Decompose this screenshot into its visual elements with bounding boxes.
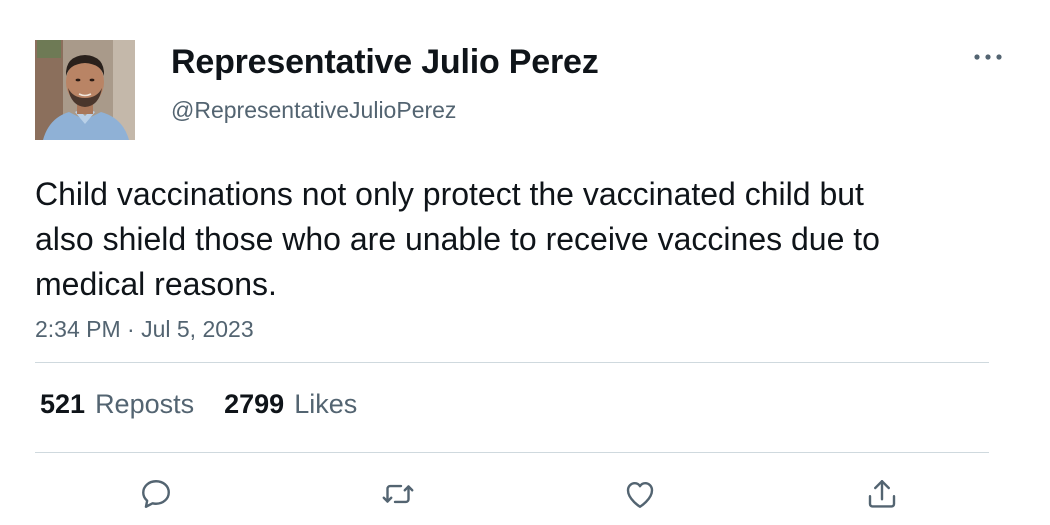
- share-button[interactable]: [862, 474, 902, 514]
- reposts-label: Reposts: [95, 389, 195, 419]
- heart-icon: [626, 482, 654, 508]
- repost-arrows-icon: [382, 484, 414, 504]
- divider: [35, 452, 989, 453]
- share-upload-icon: [868, 480, 896, 508]
- reposts-count: 521: [40, 389, 86, 419]
- reply-button[interactable]: [136, 474, 176, 514]
- tweet-card: Representative Julio Perez @Representati…: [0, 0, 1050, 525]
- more-options-button[interactable]: [970, 46, 1006, 68]
- tweet-timestamp[interactable]: 2:34 PM · Jul 5, 2023: [35, 316, 254, 343]
- likes-count: 2799: [224, 389, 285, 419]
- likes-stat[interactable]: 2799 Likes: [224, 389, 357, 420]
- repost-button[interactable]: [378, 474, 418, 514]
- engagement-stats: 521 Reposts 2799 Likes: [40, 389, 357, 420]
- display-name[interactable]: Representative Julio Perez: [171, 43, 599, 82]
- more-horizontal-icon: [974, 54, 1002, 60]
- speech-bubble-icon: [142, 480, 170, 508]
- avatar[interactable]: [35, 40, 135, 140]
- tweet-text: Child vaccinations not only protect the …: [35, 176, 880, 302]
- likes-label: Likes: [294, 389, 358, 419]
- divider: [35, 362, 989, 363]
- like-button[interactable]: [620, 474, 660, 514]
- reposts-stat[interactable]: 521 Reposts: [40, 389, 194, 420]
- user-handle[interactable]: @RepresentativeJulioPerez: [171, 97, 456, 124]
- avatar-image: [35, 40, 135, 140]
